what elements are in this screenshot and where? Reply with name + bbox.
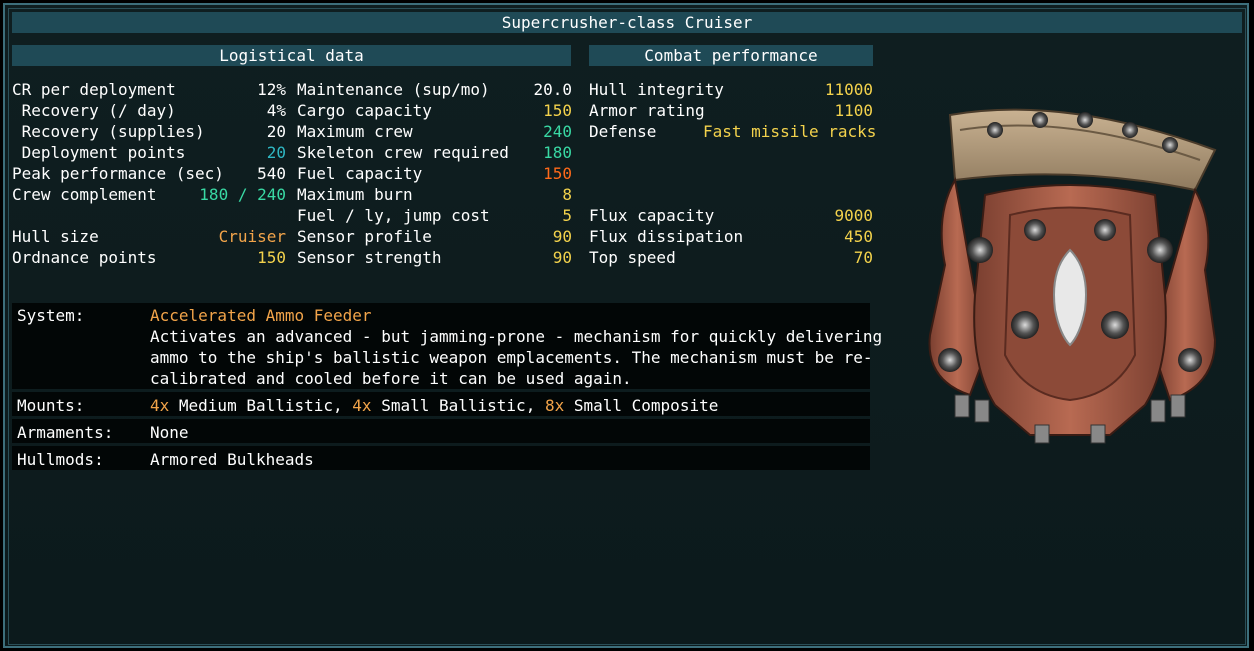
stat-label: Cargo capacity bbox=[297, 101, 432, 120]
armaments-label: Armaments: bbox=[17, 423, 114, 442]
system-label: System: bbox=[17, 306, 85, 325]
stat-label: Fuel capacity bbox=[297, 164, 423, 183]
armaments-panel bbox=[12, 419, 870, 443]
system-name: Accelerated Ammo Feeder bbox=[150, 306, 372, 325]
hullmods-value: Armored Bulkheads bbox=[150, 450, 314, 469]
mount-type: Small Composite bbox=[564, 396, 719, 415]
stat-label: Hull size bbox=[12, 227, 99, 246]
stat-value: 70 bbox=[853, 248, 873, 267]
mounts-label: Mounts: bbox=[17, 396, 85, 415]
stat-value: Fast missile racks bbox=[703, 122, 877, 141]
ship-sprite-image bbox=[928, 108, 1217, 444]
stat-value: 8 bbox=[562, 185, 572, 204]
stat-label: Skeleton crew required bbox=[297, 143, 509, 162]
stat-value: 540 bbox=[257, 164, 286, 183]
stat-value: 450 bbox=[844, 227, 873, 246]
stat-value: 20 bbox=[266, 122, 286, 141]
system-description-line: Activates an advanced - but jamming-pron… bbox=[150, 327, 883, 346]
stat-label: Defense bbox=[589, 122, 657, 141]
stat-value: 90 bbox=[552, 227, 572, 246]
stat-value: 4% bbox=[266, 101, 286, 120]
stat-value: 11000 bbox=[824, 80, 873, 99]
stat-value: 12% bbox=[257, 80, 286, 99]
system-description-line: ammo to the ship's ballistic weapon empl… bbox=[150, 348, 873, 367]
system-description-line: calibrated and cooled before it can be u… bbox=[150, 369, 632, 388]
stat-label: Armor rating bbox=[589, 101, 705, 120]
ship-title: Supercrusher-class Cruiser bbox=[12, 12, 1242, 33]
stat-value: 20.0 bbox=[533, 80, 572, 99]
combat-performance-header: Combat performance bbox=[589, 45, 873, 66]
stat-value: 240 bbox=[543, 122, 572, 141]
stat-label: Recovery (/ day) bbox=[12, 101, 176, 120]
stat-value: 150 bbox=[543, 164, 572, 183]
hullmods-panel bbox=[12, 446, 870, 470]
stat-value: 20 bbox=[266, 143, 286, 162]
mount-type: Medium Ballistic, bbox=[169, 396, 353, 415]
stat-value: 180 / 240 bbox=[199, 185, 286, 204]
stat-value: 5 bbox=[562, 206, 572, 225]
stat-value: 150 bbox=[257, 248, 286, 267]
stat-value: Cruiser bbox=[218, 227, 286, 246]
stat-label: Sensor strength bbox=[297, 248, 442, 267]
mount-count: 8x bbox=[544, 396, 565, 415]
mounts-value: 4x Medium Ballistic, 4x Small Ballistic,… bbox=[150, 395, 718, 416]
mount-count: 4x bbox=[352, 396, 372, 415]
mount-type: Small Ballistic, bbox=[371, 396, 545, 415]
mount-count: 4x bbox=[150, 396, 170, 415]
stat-label: Hull integrity bbox=[589, 80, 724, 99]
stat-value: 9000 bbox=[834, 206, 873, 225]
stat-label: Ordnance points bbox=[12, 248, 157, 267]
stat-label: Recovery (supplies) bbox=[12, 122, 205, 141]
stat-label: Sensor profile bbox=[297, 227, 432, 246]
stat-value: 90 bbox=[552, 248, 572, 267]
stat-label: Maximum burn bbox=[297, 185, 413, 204]
stat-label: Fuel / ly, jump cost bbox=[297, 206, 490, 225]
stat-label: Maintenance (sup/mo) bbox=[297, 80, 490, 99]
stat-label: CR per deployment bbox=[12, 80, 176, 99]
armaments-value: None bbox=[150, 423, 189, 442]
stat-value: 1100 bbox=[834, 101, 873, 120]
logistical-data-header: Logistical data bbox=[12, 45, 571, 66]
stat-value: 180 bbox=[543, 143, 572, 162]
hullmods-label: Hullmods: bbox=[17, 450, 104, 469]
stat-label: Crew complement bbox=[12, 185, 157, 204]
stat-label: Flux capacity bbox=[589, 206, 715, 225]
stat-value: 150 bbox=[543, 101, 572, 120]
stat-label: Flux dissipation bbox=[589, 227, 744, 246]
stat-label: Maximum crew bbox=[297, 122, 413, 141]
stat-label: Top speed bbox=[589, 248, 676, 267]
stat-label: Deployment points bbox=[12, 143, 186, 162]
